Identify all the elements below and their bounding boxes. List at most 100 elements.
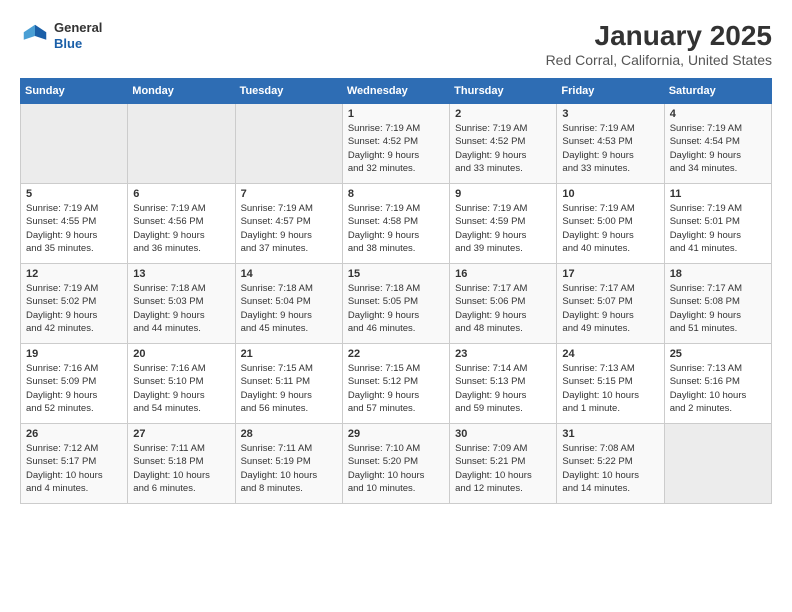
calendar-cell: 11Sunrise: 7:19 AM Sunset: 5:01 PM Dayli… bbox=[664, 184, 771, 264]
day-info: Sunrise: 7:11 AM Sunset: 5:19 PM Dayligh… bbox=[241, 442, 337, 495]
calendar-cell: 9 Sunrise: 7:19 AM Sunset: 4:59 PM Daylig… bbox=[450, 184, 557, 264]
day-number: 10 bbox=[562, 188, 658, 200]
calendar-cell: 1Sunrise: 7:19 AM Sunset: 4:52 PM Daylig… bbox=[342, 104, 449, 184]
logo-general-text: General bbox=[54, 20, 102, 36]
day-info: Sunrise: 7:12 AM Sunset: 5:17 PM Dayligh… bbox=[26, 442, 122, 495]
day-info: Sunrise: 7:19 AM Sunset: 4:55 PM Dayligh… bbox=[26, 202, 122, 255]
weekday-header: Thursday bbox=[450, 79, 557, 104]
day-number: 7 bbox=[241, 188, 337, 200]
day-number: 12 bbox=[26, 268, 122, 280]
day-info: Sunrise: 7:16 AM Sunset: 5:09 PM Dayligh… bbox=[26, 362, 122, 415]
day-number: 1 bbox=[348, 108, 444, 120]
day-number: 16 bbox=[455, 268, 551, 280]
day-number: 15 bbox=[348, 268, 444, 280]
calendar-cell: 19 Sunrise: 7:16 AM Sunset: 5:09 PM Dayli… bbox=[21, 344, 128, 424]
day-info: Sunrise: 7:19 AM Sunset: 4:54 PM Dayligh… bbox=[670, 122, 766, 175]
day-number: 18 bbox=[670, 268, 766, 280]
day-info: Sunrise: 7:19 AM Sunset: 4:59 PM Dayligh… bbox=[455, 202, 551, 255]
day-info: Sunrise: 7:16 AM Sunset: 5:10 PM Dayligh… bbox=[133, 362, 229, 415]
calendar-cell: 6 Sunrise: 7:19 AM Sunset: 4:56 PM Daylig… bbox=[128, 184, 235, 264]
day-number: 21 bbox=[241, 348, 337, 360]
day-number: 30 bbox=[455, 428, 551, 440]
calendar-cell: 22 Sunrise: 7:15 AM Sunset: 5:12 PM Dayli… bbox=[342, 344, 449, 424]
day-info: Sunrise: 7:19 AM Sunset: 4:58 PM Dayligh… bbox=[348, 202, 444, 255]
day-info: Sunrise: 7:19 AM Sunset: 4:53 PM Dayligh… bbox=[562, 122, 658, 175]
logo: General Blue bbox=[20, 20, 102, 51]
day-number: 6 bbox=[133, 188, 229, 200]
calendar-cell: 31 Sunrise: 7:08 AM Sunset: 5:22 PM Dayli… bbox=[557, 424, 664, 504]
calendar-cell: 4 Sunrise: 7:19 AM Sunset: 4:54 PM Daylig… bbox=[664, 104, 771, 184]
calendar-week-row: 1 Sunrise: 7:19 AM Sunset: 4:52 PM Daylig… bbox=[21, 104, 772, 184]
calendar-cell bbox=[664, 424, 771, 504]
calendar-week-row: 19 Sunrise: 7:16 AM Sunset: 5:09 PM Dayli… bbox=[21, 344, 772, 424]
calendar-table: SundayMondayTuesdayWednesdayThursdayFrid… bbox=[20, 78, 772, 504]
day-info: Sunrise: 7:17 AM Sunset: 5:07 PM Dayligh… bbox=[562, 282, 658, 335]
page-header: General Blue January 2025 Red Corral, Ca… bbox=[20, 20, 772, 68]
calendar-cell: 21 Sunrise: 7:15 AM Sunset: 5:11 PM Dayli… bbox=[235, 344, 342, 424]
calendar-cell: 8 Sunrise: 7:19 AM Sunset: 4:58 PM Daylig… bbox=[342, 184, 449, 264]
calendar-cell: 15 Sunrise: 7:18 AM Sunset: 5:05 PM Dayli… bbox=[342, 264, 449, 344]
day-number: 24 bbox=[562, 348, 658, 360]
calendar-cell: 13 Sunrise: 7:18 AM Sunset: 5:03 PM Dayli… bbox=[128, 264, 235, 344]
day-number: 19 bbox=[26, 348, 122, 360]
day-info: Sunrise: 7:19 AM Sunset: 5:02 PM Dayligh… bbox=[26, 282, 122, 335]
day-number: 2 bbox=[455, 108, 551, 120]
calendar-cell: 23 Sunrise: 7:14 AM Sunset: 5:13 PM Dayli… bbox=[450, 344, 557, 424]
calendar-cell: 5 Sunrise: 7:19 AM Sunset: 4:55 PM Daylig… bbox=[21, 184, 128, 264]
day-number: 3 bbox=[562, 108, 658, 120]
calendar-cell: 18 Sunrise: 7:17 AM Sunset: 5:08 PM Dayli… bbox=[664, 264, 771, 344]
day-info: Sunrise: 7:11 AM Sunset: 5:18 PM Dayligh… bbox=[133, 442, 229, 495]
day-info: Sunrise: 7:19 AM Sunset: 5:00 PM Dayligh… bbox=[562, 202, 658, 255]
calendar-cell: 24 Sunrise: 7:13 AM Sunset: 5:15 PM Dayli… bbox=[557, 344, 664, 424]
title-section: January 2025 Red Corral, California, Uni… bbox=[546, 20, 772, 68]
weekday-header-row: SundayMondayTuesdayWednesdayThursdayFrid… bbox=[21, 79, 772, 104]
calendar-cell: 16 Sunrise: 7:17 AM Sunset: 5:06 PM Dayli… bbox=[450, 264, 557, 344]
day-number: 13 bbox=[133, 268, 229, 280]
calendar-cell: 27 Sunrise: 7:11 AM Sunset: 5:18 PM Dayli… bbox=[128, 424, 235, 504]
weekday-header: Wednesday bbox=[342, 79, 449, 104]
day-info: Sunrise: 7:19 AM Sunset: 4:57 PM Dayligh… bbox=[241, 202, 337, 255]
calendar-cell: 17Sunrise: 7:17 AM Sunset: 5:07 PM Dayli… bbox=[557, 264, 664, 344]
calendar-cell: 30Sunrise: 7:09 AM Sunset: 5:21 PM Dayli… bbox=[450, 424, 557, 504]
calendar-cell: 3 Sunrise: 7:19 AM Sunset: 4:53 PM Daylig… bbox=[557, 104, 664, 184]
day-number: 26 bbox=[26, 428, 122, 440]
calendar-cell: 20 Sunrise: 7:16 AM Sunset: 5:10 PM Dayli… bbox=[128, 344, 235, 424]
calendar-subtitle: Red Corral, California, United States bbox=[546, 52, 772, 68]
calendar-cell bbox=[235, 104, 342, 184]
day-number: 8 bbox=[348, 188, 444, 200]
day-info: Sunrise: 7:14 AM Sunset: 5:13 PM Dayligh… bbox=[455, 362, 551, 415]
calendar-week-row: 12 Sunrise: 7:19 AM Sunset: 5:02 PM Dayli… bbox=[21, 264, 772, 344]
day-number: 22 bbox=[348, 348, 444, 360]
day-info: Sunrise: 7:13 AM Sunset: 5:15 PM Dayligh… bbox=[562, 362, 658, 415]
calendar-cell: 28Sunrise: 7:11 AM Sunset: 5:19 PM Dayli… bbox=[235, 424, 342, 504]
day-number: 20 bbox=[133, 348, 229, 360]
day-info: Sunrise: 7:18 AM Sunset: 5:04 PM Dayligh… bbox=[241, 282, 337, 335]
calendar-cell: 29Sunrise: 7:10 AM Sunset: 5:20 PM Dayli… bbox=[342, 424, 449, 504]
day-info: Sunrise: 7:13 AM Sunset: 5:16 PM Dayligh… bbox=[670, 362, 766, 415]
calendar-cell: 25Sunrise: 7:13 AM Sunset: 5:16 PM Dayli… bbox=[664, 344, 771, 424]
day-info: Sunrise: 7:18 AM Sunset: 5:05 PM Dayligh… bbox=[348, 282, 444, 335]
calendar-cell: 12 Sunrise: 7:19 AM Sunset: 5:02 PM Dayli… bbox=[21, 264, 128, 344]
day-info: Sunrise: 7:10 AM Sunset: 5:20 PM Dayligh… bbox=[348, 442, 444, 495]
day-info: Sunrise: 7:08 AM Sunset: 5:22 PM Dayligh… bbox=[562, 442, 658, 495]
day-info: Sunrise: 7:15 AM Sunset: 5:12 PM Dayligh… bbox=[348, 362, 444, 415]
weekday-header: Monday bbox=[128, 79, 235, 104]
day-number: 31 bbox=[562, 428, 658, 440]
logo-blue-text: Blue bbox=[54, 36, 102, 52]
logo-text: General Blue bbox=[54, 20, 102, 51]
calendar-cell: 26 Sunrise: 7:12 AM Sunset: 5:17 PM Dayli… bbox=[21, 424, 128, 504]
day-info: Sunrise: 7:19 AM Sunset: 4:52 PM Dayligh… bbox=[455, 122, 551, 175]
day-number: 9 bbox=[455, 188, 551, 200]
day-number: 5 bbox=[26, 188, 122, 200]
day-number: 23 bbox=[455, 348, 551, 360]
day-info: Sunrise: 7:15 AM Sunset: 5:11 PM Dayligh… bbox=[241, 362, 337, 415]
calendar-week-row: 26 Sunrise: 7:12 AM Sunset: 5:17 PM Dayli… bbox=[21, 424, 772, 504]
weekday-header: Friday bbox=[557, 79, 664, 104]
day-info: Sunrise: 7:18 AM Sunset: 5:03 PM Dayligh… bbox=[133, 282, 229, 335]
day-info: Sunrise: 7:19 AM Sunset: 4:56 PM Dayligh… bbox=[133, 202, 229, 255]
calendar-cell: 10 Sunrise: 7:19 AM Sunset: 5:00 PM Dayli… bbox=[557, 184, 664, 264]
day-number: 4 bbox=[670, 108, 766, 120]
day-info: Sunrise: 7:17 AM Sunset: 5:08 PM Dayligh… bbox=[670, 282, 766, 335]
day-info: Sunrise: 7:17 AM Sunset: 5:06 PM Dayligh… bbox=[455, 282, 551, 335]
day-number: 27 bbox=[133, 428, 229, 440]
